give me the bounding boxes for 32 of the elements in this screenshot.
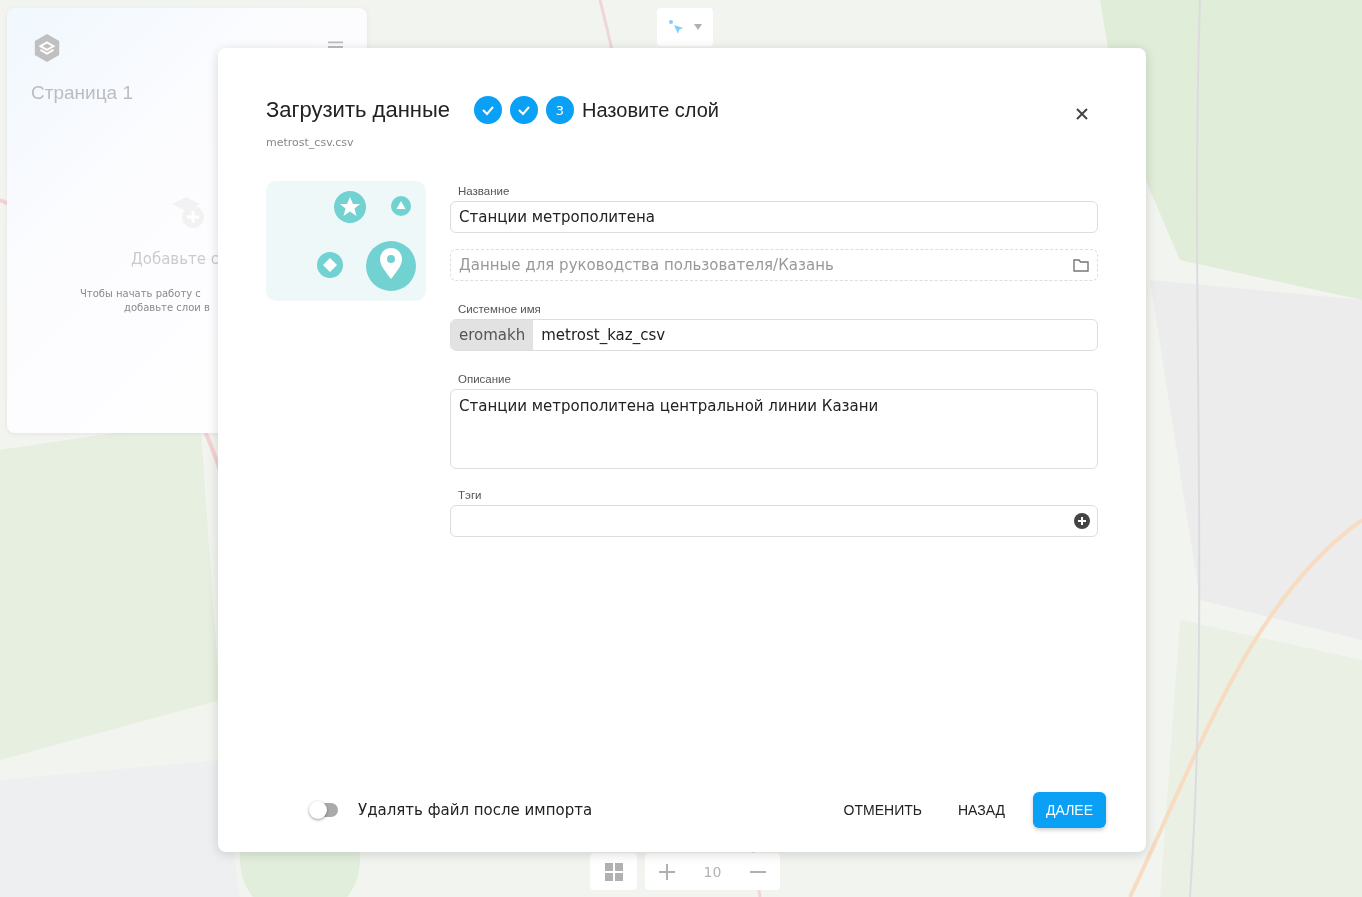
- plus-icon[interactable]: [659, 863, 676, 880]
- toggle-switch[interactable]: [310, 803, 338, 817]
- system-name-value: metrost_kaz_csv: [540, 325, 667, 346]
- step-number: 3: [546, 96, 574, 124]
- field-label: Название: [458, 185, 511, 197]
- folder-icon: [1073, 258, 1089, 272]
- cursor-icon: [668, 19, 684, 35]
- zoom-level: 10: [703, 863, 722, 880]
- layers-logo-icon: [32, 32, 62, 64]
- description-field[interactable]: Станции метрополитена центральной линии Казани: [450, 389, 1098, 469]
- field-label: Описание: [458, 373, 512, 385]
- field-label: Тэги: [458, 489, 483, 501]
- back-button[interactable]: НАЗАД: [949, 793, 1013, 827]
- dialog-title: Загрузить данные: [266, 97, 450, 123]
- field-label: Системное имя: [458, 303, 542, 315]
- add-icon[interactable]: [1074, 513, 1090, 529]
- empty-hint: добавьте слои в: [124, 302, 210, 313]
- system-name-field[interactable]: eromakh metrost_kaz_csv: [450, 319, 1098, 351]
- tool-picker[interactable]: [657, 8, 713, 46]
- tags-field[interactable]: [450, 505, 1098, 537]
- file-name: metrost_csv.csv: [266, 136, 355, 149]
- cancel-button[interactable]: ОТМЕНИТЬ: [835, 793, 930, 827]
- empty-hint: Чтобы начать работу с: [80, 288, 201, 299]
- grid-button[interactable]: [590, 853, 637, 890]
- close-icon[interactable]: [1076, 108, 1088, 120]
- toggle-label: Удалять файл после импорта: [358, 801, 593, 819]
- caret-icon: [694, 24, 702, 30]
- name-prefix: eromakh: [451, 320, 534, 350]
- name-field[interactable]: Станции метрополитена: [450, 201, 1098, 233]
- page-title: Страница 1: [31, 82, 133, 104]
- grid-icon: [604, 862, 623, 881]
- step-title: Назовите слой: [582, 98, 719, 122]
